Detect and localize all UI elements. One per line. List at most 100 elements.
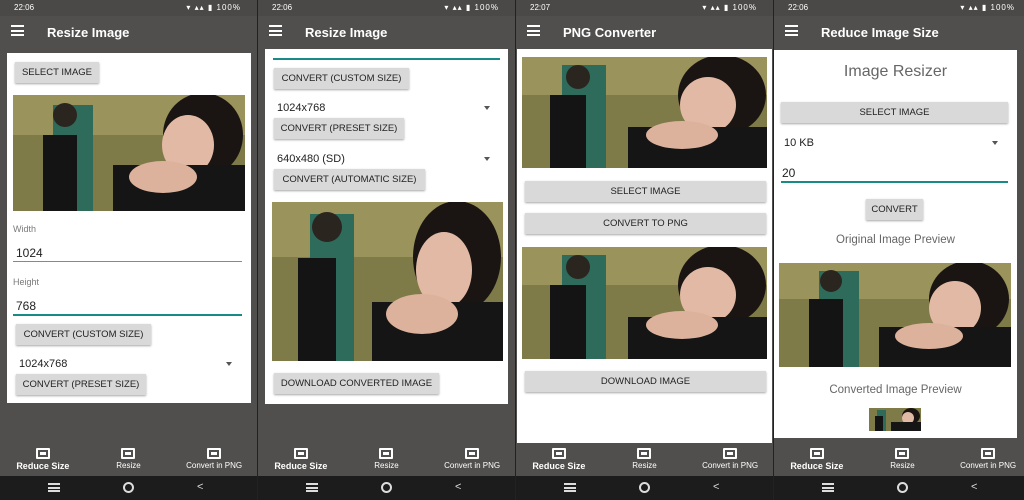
app-bar: Resize Image [258, 16, 515, 49]
reduce-size-icon [809, 448, 824, 459]
select-image-button[interactable]: SELECT IMAGE [15, 62, 99, 83]
converted-image-preview [272, 202, 503, 361]
nav-resize[interactable]: Resize [86, 443, 172, 476]
nav-reduce-size[interactable]: Reduce Size [516, 443, 602, 476]
resize-icon [379, 448, 394, 459]
convert-to-png-button[interactable]: CONVERT TO PNG [525, 213, 766, 234]
nav-resize[interactable]: Resize [344, 443, 430, 476]
quality-input[interactable]: 20 [782, 166, 795, 180]
phone-screen-resize-custom: 22:06 ▾ ▴▴ ▮ 100% Resize Image SELECT IM… [0, 0, 257, 500]
reduce-size-icon [35, 448, 50, 459]
menu-icon[interactable] [11, 25, 24, 36]
height-input[interactable]: 768 [16, 299, 36, 313]
dropdown-caret-icon[interactable] [992, 141, 998, 145]
app-bar: PNG Converter [516, 16, 773, 49]
status-bar: 22:06 ▾ ▴▴ ▮ 100% [0, 0, 257, 16]
width-underline [13, 261, 242, 262]
system-recents-icon[interactable] [48, 483, 60, 492]
convert-custom-button[interactable]: CONVERT (CUSTOM SIZE) [16, 324, 151, 345]
nav-resize-label: Resize [632, 461, 657, 470]
nav-reduce-size[interactable]: Reduce Size [0, 443, 86, 476]
system-back-icon[interactable]: < [455, 481, 461, 493]
nav-png-label: Convert in PNG [960, 461, 1017, 470]
dropdown-caret-icon[interactable] [484, 157, 490, 161]
resizer-heading: Image Resizer [843, 63, 948, 80]
system-navigation: < [0, 476, 257, 500]
menu-icon[interactable] [269, 25, 282, 36]
target-size-select[interactable]: 10 KB [784, 137, 814, 149]
nav-convert-png[interactable]: Convert in PNG [687, 443, 773, 476]
system-home-icon[interactable] [123, 482, 134, 493]
nav-png-label: Convert in PNG [444, 461, 501, 470]
nav-reduce-size[interactable]: Reduce Size [774, 443, 860, 476]
select-image-button[interactable]: SELECT IMAGE [781, 102, 1008, 123]
reduce-size-icon [551, 448, 566, 459]
convert-png-icon [465, 448, 480, 459]
convert-preset-button[interactable]: CONVERT (PRESET SIZE) [16, 374, 146, 395]
status-bar: 22:06 ▾ ▴▴ ▮ 100% [774, 0, 1024, 16]
system-back-icon[interactable]: < [971, 481, 977, 493]
nav-reduce-size[interactable]: Reduce Size [258, 443, 344, 476]
convert-automatic-button[interactable]: CONVERT (AUTOMATIC SIZE) [274, 169, 425, 190]
menu-icon[interactable] [785, 25, 798, 36]
nav-convert-png[interactable]: Convert in PNG [945, 443, 1024, 476]
app-bar: Reduce Image Size [774, 16, 1024, 49]
convert-preset-button[interactable]: CONVERT (PRESET SIZE) [274, 118, 404, 139]
status-bar: 22:06 ▾ ▴▴ ▮ 100% [258, 0, 515, 16]
width-input[interactable]: 1024 [16, 246, 43, 260]
status-time: 22:06 [788, 3, 809, 12]
dropdown-caret-icon[interactable] [226, 362, 232, 366]
nav-resize-label: Resize [116, 461, 141, 470]
app-bar: Resize Image [0, 16, 257, 49]
download-converted-button[interactable]: DOWNLOAD CONVERTED IMAGE [274, 373, 439, 394]
resize-icon [637, 448, 652, 459]
nav-png-label: Convert in PNG [186, 461, 243, 470]
nav-resize[interactable]: Resize [602, 443, 688, 476]
original-preview-label: Original Image Preview [836, 234, 955, 246]
png-result-preview [522, 247, 767, 359]
bottom-navigation: Reduce Size Resize Convert in PNG [258, 443, 515, 476]
reduce-size-icon [293, 448, 308, 459]
nav-reduce-label: Reduce Size [16, 461, 70, 471]
system-recents-icon[interactable] [564, 483, 576, 492]
download-image-button[interactable]: DOWNLOAD IMAGE [525, 371, 766, 392]
nav-convert-png[interactable]: Convert in PNG [171, 443, 257, 476]
nav-convert-png[interactable]: Convert in PNG [429, 443, 515, 476]
battery-level: 100% [732, 3, 757, 12]
system-recents-icon[interactable] [306, 483, 318, 492]
select-image-button[interactable]: SELECT IMAGE [525, 181, 766, 202]
signal-icon: ▾ ▴▴ ▮ 100% [960, 3, 1015, 12]
nav-resize[interactable]: Resize [860, 443, 946, 476]
convert-button[interactable]: CONVERT [866, 199, 923, 220]
system-back-icon[interactable]: < [713, 481, 719, 493]
nav-reduce-label: Reduce Size [274, 461, 328, 471]
page-title: PNG Converter [563, 25, 657, 40]
converted-image-thumbnail [869, 408, 921, 431]
system-recents-icon[interactable] [822, 483, 834, 492]
nav-reduce-label: Reduce Size [790, 461, 844, 471]
automatic-size-select[interactable]: 640x480 (SD) [277, 153, 345, 165]
status-time: 22:07 [530, 3, 551, 12]
status-bar: 22:07 ▾ ▴▴ ▮ 100% [516, 0, 773, 16]
converted-preview-label: Converted Image Preview [829, 384, 962, 396]
height-label: Height [13, 277, 40, 287]
dropdown-caret-icon[interactable] [484, 106, 490, 110]
preset-size-select[interactable]: 1024x768 [19, 358, 67, 370]
preset-size-select[interactable]: 1024x768 [277, 102, 325, 114]
convert-png-icon [981, 448, 996, 459]
system-home-icon[interactable] [897, 482, 908, 493]
battery-level: 100% [216, 3, 241, 12]
page-title: Resize Image [305, 25, 388, 40]
system-home-icon[interactable] [381, 482, 392, 493]
content-area: SELECT IMAGE CONVERT TO PNG DOWNLOAD IMA… [517, 49, 772, 443]
status-time: 22:06 [272, 3, 293, 12]
system-home-icon[interactable] [639, 482, 650, 493]
convert-custom-button[interactable]: CONVERT (CUSTOM SIZE) [274, 68, 409, 89]
height-underline [273, 58, 500, 60]
source-image-preview [522, 57, 767, 168]
system-navigation: < [258, 476, 515, 500]
nav-png-label: Convert in PNG [702, 461, 759, 470]
menu-icon[interactable] [527, 25, 540, 36]
nav-resize-label: Resize [890, 461, 915, 470]
system-back-icon[interactable]: < [197, 481, 203, 493]
